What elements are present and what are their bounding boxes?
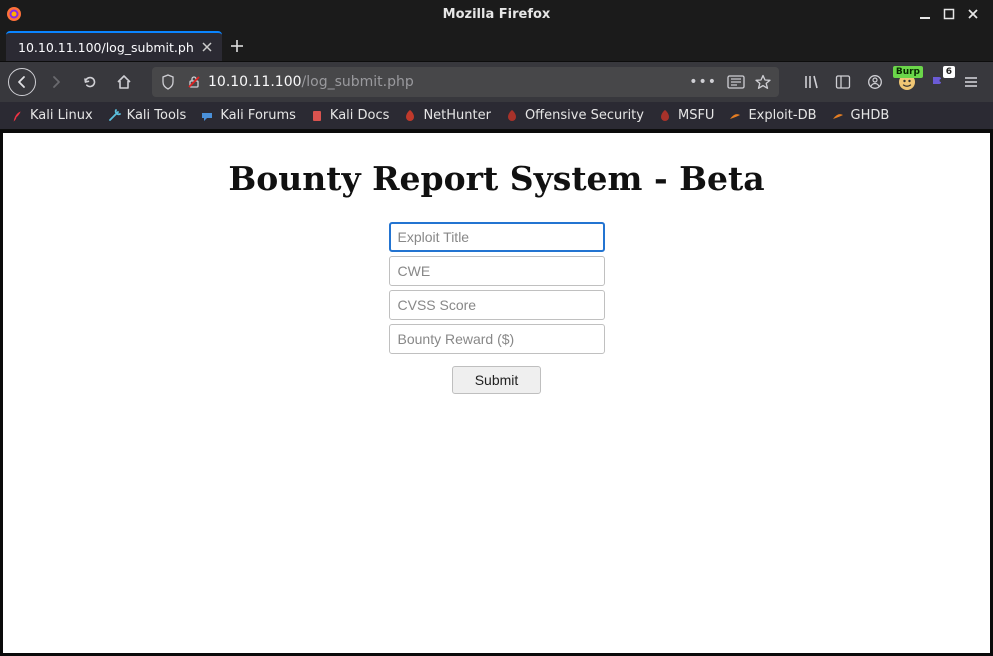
submit-button[interactable]: Submit xyxy=(452,366,542,394)
tab-title: 10.10.11.100/log_submit.ph xyxy=(18,40,194,55)
toolbar-right: Burp 6 xyxy=(793,68,985,96)
cvss-input[interactable] xyxy=(389,290,605,320)
puzzle-badge: 6 xyxy=(943,66,955,78)
cwe-input[interactable] xyxy=(389,256,605,286)
page: Bounty Report System - Beta Submit xyxy=(3,133,990,653)
sidebar-icon[interactable] xyxy=(829,68,857,96)
page-title: Bounty Report System - Beta xyxy=(228,159,764,198)
bookmark-kali-tools[interactable]: Kali Tools xyxy=(107,108,187,123)
browser-tab[interactable]: 10.10.11.100/log_submit.ph xyxy=(6,31,222,61)
forward-button[interactable] xyxy=(42,68,70,96)
tabstrip: 10.10.11.100/log_submit.ph xyxy=(0,28,993,62)
titlebar: Mozilla Firefox xyxy=(0,0,993,28)
bookmarks-bar: Kali Linux Kali Tools Kali Forums Kali D… xyxy=(0,102,993,130)
shield-icon[interactable] xyxy=(160,74,176,90)
hamburger-icon[interactable] xyxy=(957,68,985,96)
viewport: Bounty Report System - Beta Submit xyxy=(0,130,993,656)
burp-badge: Burp xyxy=(893,66,923,78)
bookmark-msfu[interactable]: MSFU xyxy=(658,108,714,123)
bookmark-kali-forums[interactable]: Kali Forums xyxy=(200,108,296,123)
lock-insecure-icon[interactable] xyxy=(186,74,202,90)
library-icon[interactable] xyxy=(797,68,825,96)
reader-icon[interactable] xyxy=(727,75,745,89)
extension-burp[interactable]: Burp xyxy=(893,68,921,96)
back-button[interactable] xyxy=(8,68,36,96)
bookmark-nethunter[interactable]: NetHunter xyxy=(403,108,491,123)
extension-puzzle[interactable]: 6 xyxy=(925,68,953,96)
url-path: /log_submit.php xyxy=(302,74,414,90)
navbar: 10.10.11.100/log_submit.php ••• xyxy=(0,62,993,102)
bookmark-kali-docs[interactable]: Kali Docs xyxy=(310,108,390,123)
minimize-button[interactable] xyxy=(919,8,937,20)
close-button[interactable] xyxy=(967,8,985,20)
url-text: 10.10.11.100/log_submit.php xyxy=(208,74,689,90)
bookmark-offsec[interactable]: Offensive Security xyxy=(505,108,644,123)
more-icon[interactable]: ••• xyxy=(689,74,717,90)
window-controls xyxy=(919,8,993,20)
firefox-icon xyxy=(6,6,22,22)
maximize-button[interactable] xyxy=(943,8,961,20)
bookmark-ghdb[interactable]: GHDB xyxy=(831,108,890,123)
reload-button[interactable] xyxy=(76,68,104,96)
url-host: 10.10.11.100 xyxy=(208,74,302,90)
reward-input[interactable] xyxy=(389,324,605,354)
bookmark-exploitdb[interactable]: Exploit-DB xyxy=(728,108,816,123)
bounty-form: Submit xyxy=(389,222,605,394)
window-title: Mozilla Firefox xyxy=(0,7,993,22)
account-icon[interactable] xyxy=(861,68,889,96)
exploit-title-input[interactable] xyxy=(389,222,605,252)
home-button[interactable] xyxy=(110,68,138,96)
new-tab-button[interactable] xyxy=(222,31,252,61)
url-bar[interactable]: 10.10.11.100/log_submit.php ••• xyxy=(152,67,779,97)
bookmark-kali-linux[interactable]: Kali Linux xyxy=(10,108,93,123)
bookmark-star-icon[interactable] xyxy=(755,74,771,90)
firefox-window: Mozilla Firefox 10.10.11.100/log_submit.… xyxy=(0,0,993,656)
tab-close-icon[interactable] xyxy=(202,42,212,52)
